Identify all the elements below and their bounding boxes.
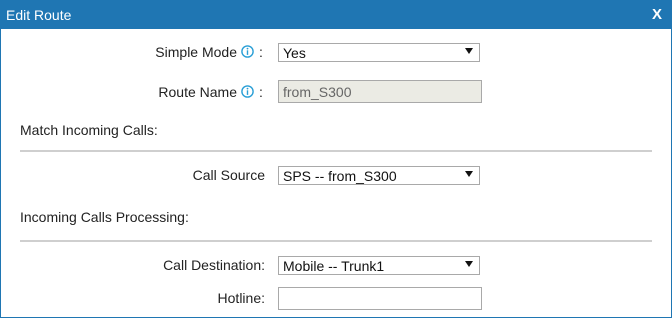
call-source-value: SPS -- from_S300 <box>283 168 397 184</box>
section-divider <box>20 150 652 152</box>
info-icon[interactable] <box>241 85 254 98</box>
info-icon[interactable] <box>241 45 254 58</box>
dropdown-arrow-icon <box>465 48 473 54</box>
route-name-label: Route Name <box>158 84 237 100</box>
close-button[interactable]: X <box>652 6 662 23</box>
dropdown-arrow-icon <box>465 261 473 267</box>
simple-mode-label: Simple Mode <box>155 44 237 60</box>
call-destination-select[interactable]: Mobile -- Trunk1 <box>278 256 480 275</box>
incoming-calls-processing-heading: Incoming Calls Processing: <box>20 209 189 225</box>
section-divider <box>20 240 652 242</box>
hotline-input[interactable] <box>278 287 482 310</box>
dialog-titlebar: Edit Route X <box>1 1 671 29</box>
edit-route-dialog: Edit Route X Simple Mode : Yes Route Nam… <box>0 0 672 318</box>
call-source-select[interactable]: SPS -- from_S300 <box>278 166 480 185</box>
hotline-label: Hotline: <box>217 290 265 306</box>
route-name-input[interactable] <box>278 80 482 103</box>
route-name-colon: : <box>259 84 263 100</box>
call-destination-value: Mobile -- Trunk1 <box>283 258 385 274</box>
call-source-label: Call Source <box>192 167 265 183</box>
dropdown-arrow-icon <box>465 171 473 177</box>
dialog-title: Edit Route <box>6 7 72 23</box>
match-incoming-calls-heading: Match Incoming Calls: <box>20 122 158 138</box>
simple-mode-select[interactable]: Yes <box>278 43 480 62</box>
simple-mode-value: Yes <box>283 45 306 61</box>
simple-mode-colon: : <box>259 44 263 60</box>
call-destination-label: Call Destination: <box>163 257 265 273</box>
